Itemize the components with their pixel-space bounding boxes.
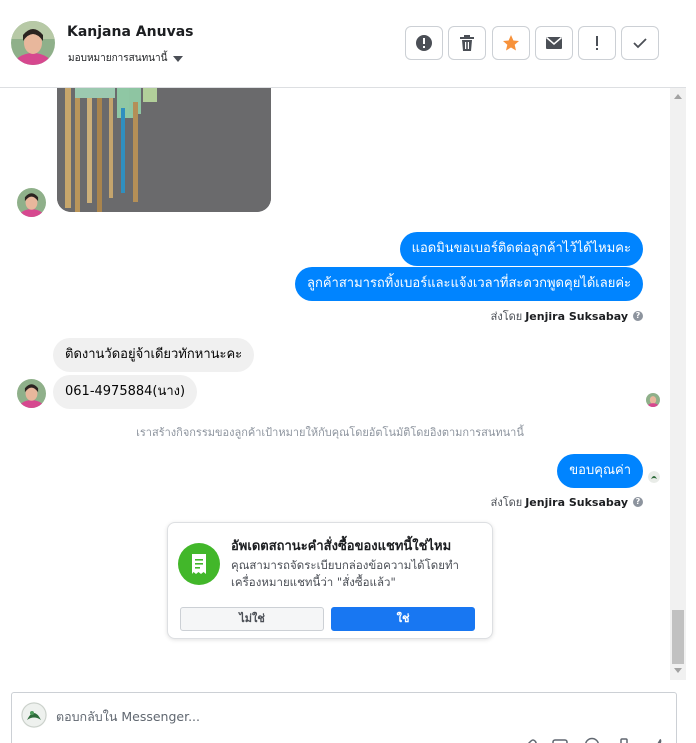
outgoing-message[interactable]: ขอบคุณค่า — [557, 454, 643, 488]
mark-spam-button[interactable] — [405, 26, 443, 60]
conversation-header: Kanjana Anuvas มอบหมายการสนทนานี้ — [0, 0, 686, 88]
order-status-card: อัพเดตสถานะคำสั่งซื้อของแชทนี้ใช่ไหม คุณ… — [167, 522, 493, 639]
incoming-message[interactable]: ติดงานวัดอยู่จ้าเดียวทักหานะคะ — [53, 338, 255, 372]
yes-button[interactable]: ใช่ — [331, 607, 475, 631]
scrollbar-thumb[interactable] — [672, 610, 684, 664]
contact-avatar-small — [17, 188, 46, 217]
contact-avatar[interactable] — [11, 21, 55, 65]
messenger-inbox-thread: Kanjana Anuvas มอบหมายการสนทนานี้ แอดมิน… — [0, 0, 696, 743]
checkmark-icon — [633, 38, 647, 49]
scroll-up-arrow[interactable] — [674, 94, 682, 99]
page-avatar — [21, 702, 47, 728]
incoming-message[interactable]: 061-4975884(นาง) — [53, 375, 198, 409]
sender-name[interactable]: Jenjira Suksabay — [525, 310, 628, 323]
trash-icon — [460, 35, 474, 51]
assign-label: มอบหมายการสนทนานี้ — [68, 53, 168, 64]
delete-button[interactable] — [448, 26, 486, 60]
emoji-icon[interactable] — [584, 737, 600, 743]
receipt-icon — [178, 543, 220, 585]
contact-name: Kanjana Anuvas — [67, 24, 194, 40]
attachment-icon[interactable] — [522, 737, 538, 743]
caret-down-icon — [173, 55, 184, 62]
photo-attachment[interactable] — [57, 88, 271, 212]
help-icon[interactable]: ? — [633, 311, 643, 321]
reply-input[interactable] — [56, 705, 616, 727]
saved-replies-icon[interactable] — [616, 737, 632, 743]
gif-icon[interactable] — [552, 737, 568, 743]
exclamation-icon — [596, 36, 598, 50]
scroll-down-arrow[interactable] — [674, 668, 682, 673]
no-button[interactable]: ไม่ใช่ — [180, 607, 324, 631]
card-description: คุณสามารถจัดระเบียบกล่องข้อความได้โดยทำเ… — [231, 558, 460, 589]
message-thread[interactable]: แอดมินขอเบอร์ติดต่อลูกค้าไว้ได้ไหมคะ ลูก… — [0, 88, 686, 680]
mark-unread-button[interactable] — [535, 26, 573, 60]
assign-conversation-dropdown[interactable]: มอบหมายการสนทนานี้ — [68, 51, 184, 66]
help-icon[interactable]: ? — [633, 497, 643, 507]
mark-done-button[interactable] — [621, 26, 659, 60]
page-read-avatar — [648, 471, 660, 483]
sent-by-label: ส่งโดย Jenjira Suksabay ? — [491, 493, 643, 511]
thread-scrollbar[interactable] — [670, 88, 686, 680]
outgoing-message[interactable]: แอดมินขอเบอร์ติดต่อลูกค้าไว้ได้ไหมคะ — [399, 232, 643, 266]
outgoing-message[interactable]: ลูกค้าสามารถทิ้งเบอร์และแจ้งเวลาที่สะดวก… — [295, 267, 643, 301]
envelope-icon — [546, 36, 562, 49]
contact-avatar-small — [17, 379, 46, 408]
reply-composer — [11, 692, 677, 743]
lead-activity-note: เราสร้างกิจกรรมของลูกค้าเป้าหมายให้กับคุ… — [136, 426, 524, 439]
star-button[interactable] — [492, 26, 530, 60]
sent-by-label: ส่งโดย Jenjira Suksabay ? — [491, 307, 643, 325]
follow-up-button[interactable] — [578, 26, 616, 60]
read-receipt-avatar — [646, 393, 660, 407]
sender-name[interactable]: Jenjira Suksabay — [525, 496, 628, 509]
star-icon — [503, 35, 519, 51]
card-title: อัพเดตสถานะคำสั่งซื้อของแชทนี้ใช่ไหม — [231, 539, 452, 554]
alert-circle-icon — [416, 35, 432, 51]
like-icon[interactable] — [650, 737, 666, 743]
